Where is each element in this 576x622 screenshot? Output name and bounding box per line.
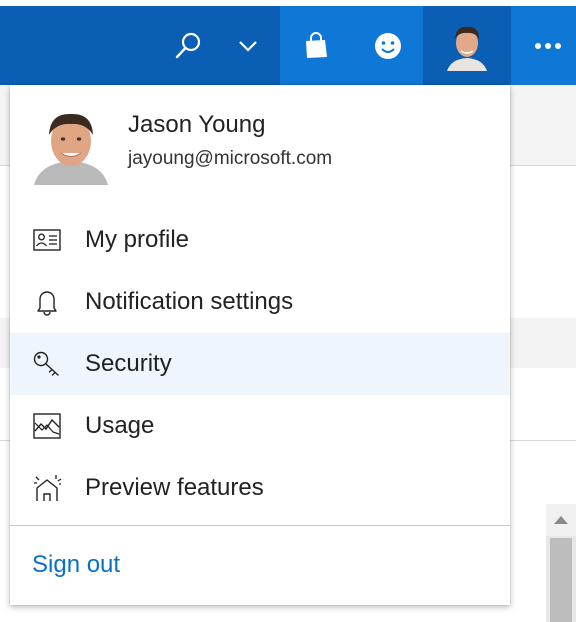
menu-item-label: Preview features xyxy=(85,474,264,501)
smiley-icon[interactable] xyxy=(360,6,416,85)
menu-item-label: Usage xyxy=(85,412,155,439)
search-icon[interactable] xyxy=(160,6,216,85)
chevron-down-icon[interactable] xyxy=(225,6,271,85)
scrollbar[interactable] xyxy=(546,504,576,622)
user-name: Jason Young xyxy=(128,111,266,138)
scroll-up-arrow[interactable] xyxy=(546,504,576,536)
more-icon[interactable] xyxy=(520,6,576,85)
shopping-bag-icon[interactable] xyxy=(288,6,344,85)
menu-item-label: Security xyxy=(85,350,172,377)
user-email: jayoung@microsoft.com xyxy=(128,148,333,169)
sparkle-icon xyxy=(32,457,62,519)
bell-icon xyxy=(32,271,62,333)
menu-item-notification-settings[interactable]: Notification settings xyxy=(10,271,510,333)
id-card-icon xyxy=(32,209,62,271)
usage-chart-icon xyxy=(32,395,62,457)
account-menu-panel: Jason Young jayoung@microsoft.com My pro… xyxy=(10,85,510,605)
scroll-thumb[interactable] xyxy=(550,538,572,622)
menu-item-my-profile[interactable]: My profile xyxy=(10,209,510,271)
menu-item-preview-features[interactable]: Preview features xyxy=(10,457,510,519)
menu-item-label: Notification settings xyxy=(85,288,294,315)
user-header: Jason Young jayoung@microsoft.com xyxy=(10,85,510,195)
account-menu: My profile Notification settings Securit… xyxy=(10,209,510,519)
menu-item-security[interactable]: Security xyxy=(10,333,510,395)
sign-out-link[interactable]: Sign out xyxy=(32,551,120,579)
menu-divider xyxy=(10,525,510,526)
menu-item-usage[interactable]: Usage xyxy=(10,395,510,457)
key-icon xyxy=(32,333,62,395)
menu-item-label: My profile xyxy=(85,226,190,253)
avatar xyxy=(34,107,108,185)
top-bar xyxy=(0,6,576,85)
avatar[interactable] xyxy=(423,6,511,85)
